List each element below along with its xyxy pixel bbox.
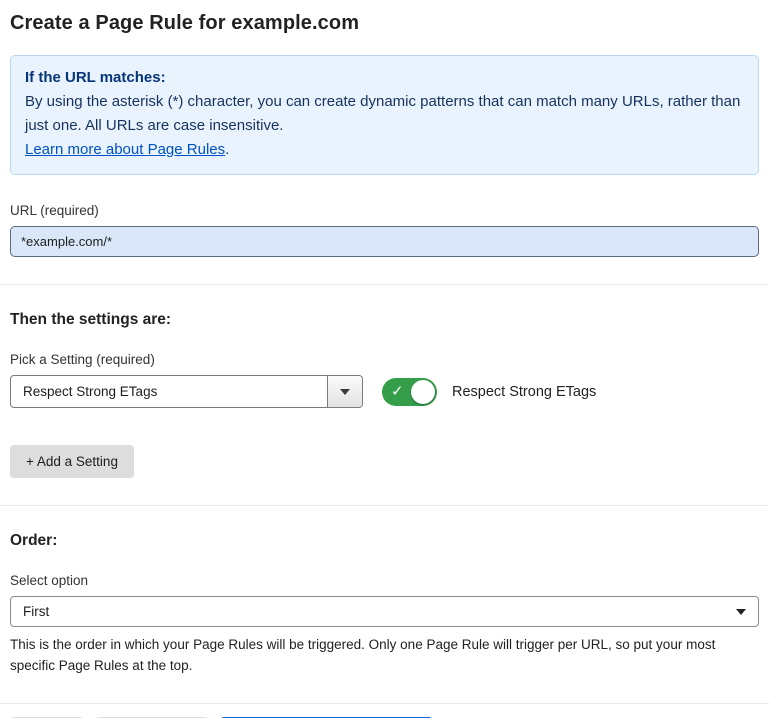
divider: [0, 703, 769, 704]
setting-row: Respect Strong ETags ✓ Respect Strong ET…: [10, 375, 759, 408]
check-icon: ✓: [391, 384, 404, 399]
url-match-info-box: If the URL matches: By using the asteris…: [10, 55, 759, 175]
learn-more-link[interactable]: Learn more about Page Rules: [25, 141, 225, 158]
settings-section-heading: Then the settings are:: [10, 311, 759, 329]
order-select-value: First: [23, 604, 49, 619]
setting-toggle-label: Respect Strong ETags: [452, 384, 596, 400]
link-period: .: [225, 141, 229, 158]
setting-select-value: Respect Strong ETags: [11, 376, 327, 407]
order-select[interactable]: First: [10, 596, 759, 627]
url-field-label: URL (required): [10, 203, 759, 218]
info-box-body: By using the asterisk (*) character, you…: [25, 90, 744, 138]
setting-toggle[interactable]: ✓: [382, 378, 437, 406]
add-setting-button[interactable]: + Add a Setting: [10, 445, 134, 478]
order-section-heading: Order:: [10, 532, 759, 550]
order-help-text: This is the order in which your Page Rul…: [10, 634, 759, 676]
setting-select-arrow-button[interactable]: [327, 376, 362, 407]
pick-setting-label: Pick a Setting (required): [10, 352, 759, 367]
info-box-heading: If the URL matches:: [25, 66, 744, 90]
chevron-down-icon: [736, 609, 746, 615]
page-title: Create a Page Rule for example.com: [10, 12, 759, 35]
divider: [0, 284, 769, 285]
url-input[interactable]: [10, 226, 759, 257]
info-box-link-line: Learn more about Page Rules.: [25, 138, 744, 162]
divider: [0, 505, 769, 506]
chevron-down-icon: [340, 389, 350, 395]
page-rule-form: Create a Page Rule for example.com If th…: [0, 0, 769, 718]
toggle-knob: [411, 380, 435, 404]
order-select-label: Select option: [10, 573, 759, 588]
setting-select[interactable]: Respect Strong ETags: [10, 375, 363, 408]
